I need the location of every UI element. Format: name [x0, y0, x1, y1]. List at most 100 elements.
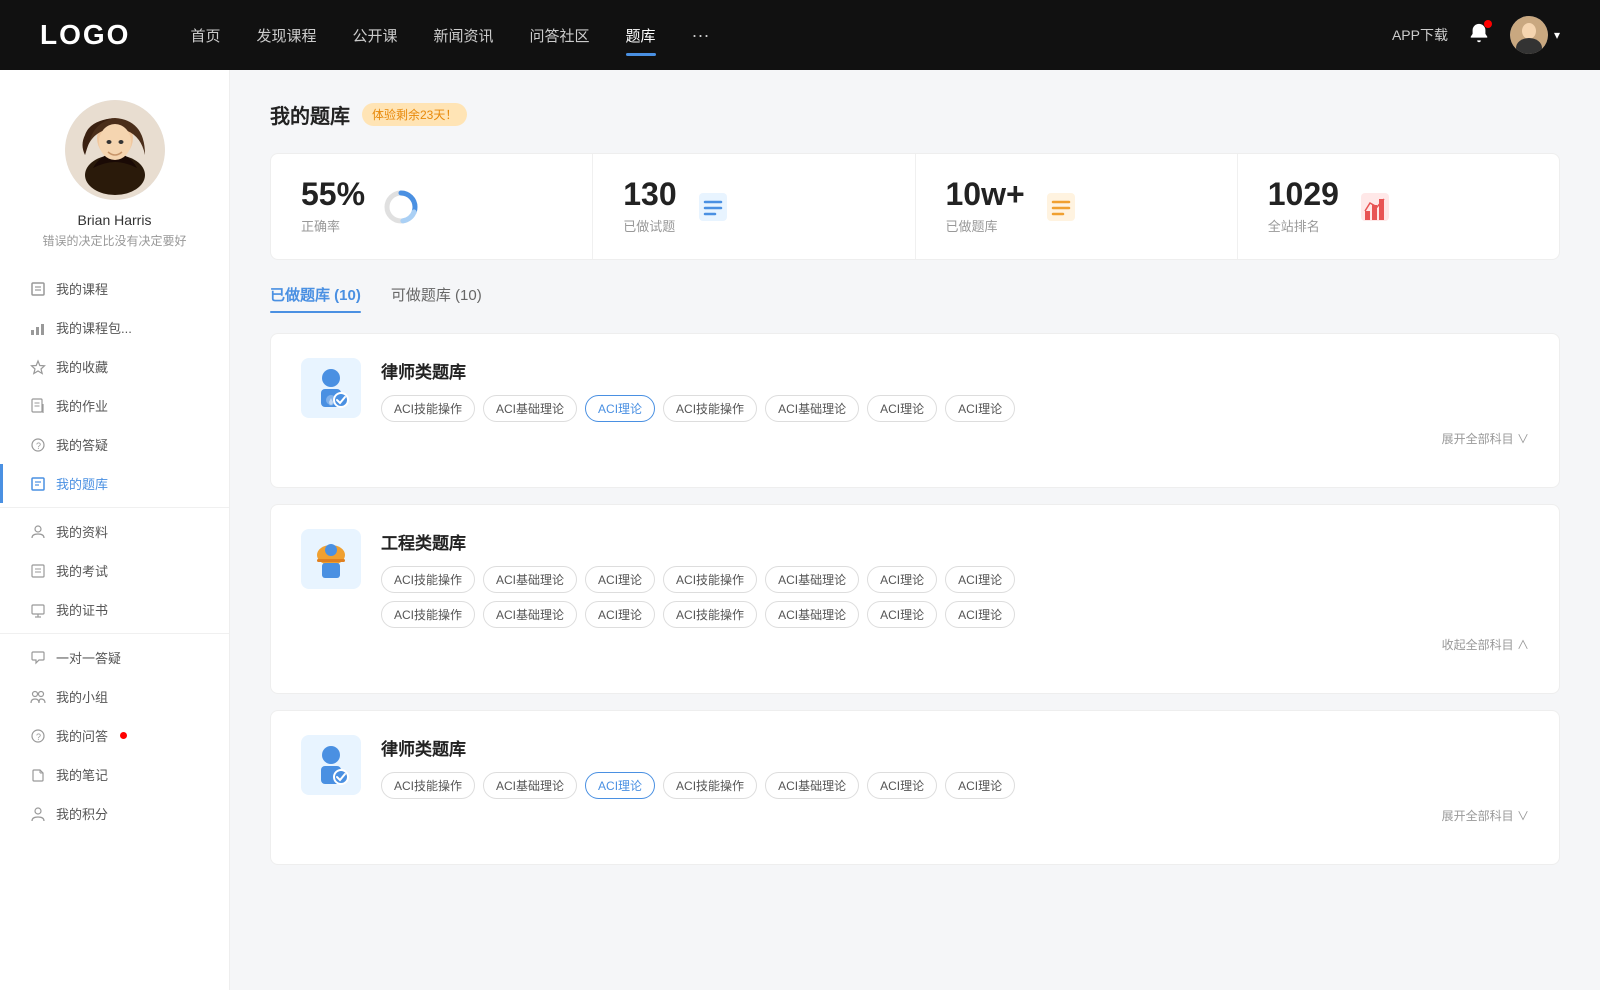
sidebar-item-notes[interactable]: 我的笔记 [0, 755, 229, 794]
sidebar-item-quizbank[interactable]: 我的题库 [0, 464, 229, 503]
nav-open-course[interactable]: 公开课 [352, 21, 397, 50]
tag[interactable]: ACI理论 [945, 395, 1015, 422]
tag[interactable]: ACI技能操作 [381, 566, 475, 593]
sidebar-item-exam[interactable]: 我的考试 [0, 551, 229, 590]
quizbank-icon [30, 476, 46, 492]
engineer-icon-svg [307, 535, 355, 583]
nav-discover[interactable]: 发现课程 [256, 21, 316, 50]
tag[interactable]: ACI基础理论 [483, 601, 577, 628]
tag[interactable]: ACI基础理论 [483, 395, 577, 422]
exam-icon [30, 563, 46, 579]
nav-menu: 首页 发现课程 公开课 新闻资讯 问答社区 题库 ··· [190, 21, 1392, 50]
bank-title-3: 律师类题库 [381, 735, 1529, 760]
sidebar-item-myqa[interactable]: ? 我的问答 [0, 716, 229, 755]
tag[interactable]: ACI理论 [585, 601, 655, 628]
navbar-right: APP下载 ▾ [1392, 16, 1560, 54]
tag[interactable]: ACI理论 [585, 566, 655, 593]
tag[interactable]: ACI技能操作 [663, 395, 757, 422]
chart-svg [1357, 189, 1393, 225]
bank-icon-person-2 [301, 735, 361, 795]
sidebar-item-points[interactable]: 我的积分 [0, 794, 229, 833]
sidebar-item-homework[interactable]: 我的作业 [0, 386, 229, 425]
stat-accuracy: 55% 正确率 [271, 154, 593, 259]
note-svg [1043, 189, 1079, 225]
tag[interactable]: ACI理论 [867, 772, 937, 799]
expand-link-1[interactable]: 展开全部科目 ∨ [381, 430, 1529, 447]
sidebar-item-course-package[interactable]: 我的课程包... [0, 308, 229, 347]
tag[interactable]: ACI理论 [945, 566, 1015, 593]
points-icon [30, 806, 46, 822]
bank-card-lawyer-1: 律师类题库 ACI技能操作 ACI基础理论 ACI理论 ACI技能操作 ACI基… [270, 333, 1560, 488]
sidebar-item-label: 我的证书 [56, 600, 108, 619]
nav-news[interactable]: 新闻资讯 [434, 21, 494, 50]
bank-title-1: 律师类题库 [381, 358, 1529, 383]
collapse-link-2[interactable]: 收起全部科目 ∧ [381, 636, 1529, 653]
sidebar-item-label: 我的课程包... [56, 318, 132, 337]
stat-questions-label: 已做试题 [623, 216, 676, 235]
stat-accuracy-value: 55% [301, 178, 365, 210]
sidebar-item-label: 我的收藏 [56, 357, 108, 376]
tag[interactable]: ACI基础理论 [765, 395, 859, 422]
sidebar-item-certificate[interactable]: 我的证书 [0, 590, 229, 629]
list-svg [695, 189, 731, 225]
main-content: 我的题库 体验剩余23天！ 55% 正确率 [230, 70, 1600, 990]
page-header: 我的题库 体验剩余23天！ [270, 100, 1560, 129]
user-avatar-nav[interactable]: ▾ [1510, 16, 1560, 54]
avatar [1510, 16, 1548, 54]
tag[interactable]: ACI理论 [867, 601, 937, 628]
tag[interactable]: ACI技能操作 [381, 772, 475, 799]
expand-link-3[interactable]: 展开全部科目 ∨ [381, 807, 1529, 824]
tag-active[interactable]: ACI理论 [585, 395, 655, 422]
tag[interactable]: ACI基础理论 [765, 601, 859, 628]
logo[interactable]: LOGO [40, 19, 130, 51]
bank-card-header-1: 律师类题库 ACI技能操作 ACI基础理论 ACI理论 ACI技能操作 ACI基… [301, 358, 1529, 447]
svg-text:?: ? [36, 732, 41, 742]
tag-active[interactable]: ACI理论 [585, 772, 655, 799]
svg-text:?: ? [36, 441, 41, 451]
unread-dot [120, 732, 127, 739]
tag[interactable]: ACI基础理论 [765, 772, 859, 799]
sidebar-divider [0, 507, 229, 508]
stat-questions: 130 已做试题 [593, 154, 915, 259]
nav-home[interactable]: 首页 [190, 21, 220, 50]
tag[interactable]: ACI基础理论 [765, 566, 859, 593]
tag[interactable]: ACI理论 [867, 566, 937, 593]
tags-row-2b: ACI技能操作 ACI基础理论 ACI理论 ACI技能操作 ACI基础理论 AC… [381, 601, 1529, 628]
tags-row-3: ACI技能操作 ACI基础理论 ACI理论 ACI技能操作 ACI基础理论 AC… [381, 772, 1529, 799]
sidebar-item-1on1[interactable]: 一对一答疑 [0, 638, 229, 677]
sidebar-item-label: 我的答疑 [56, 435, 108, 454]
tag[interactable]: ACI理论 [867, 395, 937, 422]
app-download-button[interactable]: APP下载 [1392, 25, 1448, 45]
tab-row: 已做题库 (10) 可做题库 (10) [270, 284, 1560, 313]
sidebar-item-qa[interactable]: ? 我的答疑 [0, 425, 229, 464]
sidebar-item-label: 我的问答 [56, 726, 108, 745]
nav-qa[interactable]: 问答社区 [530, 21, 590, 50]
nav-quiz[interactable]: 题库 [626, 21, 656, 50]
sidebar-item-group[interactable]: 我的小组 [0, 677, 229, 716]
sidebar-item-label: 我的笔记 [56, 765, 108, 784]
tab-done-banks[interactable]: 已做题库 (10) [270, 284, 361, 313]
tag[interactable]: ACI基础理论 [483, 566, 577, 593]
sidebar-item-label: 我的考试 [56, 561, 108, 580]
tag[interactable]: ACI技能操作 [663, 566, 757, 593]
tag[interactable]: ACI技能操作 [663, 601, 757, 628]
chevron-down-icon: ▾ [1554, 28, 1560, 42]
sidebar-item-favorites[interactable]: 我的收藏 [0, 347, 229, 386]
tag[interactable]: ACI技能操作 [381, 601, 475, 628]
tag[interactable]: ACI基础理论 [483, 772, 577, 799]
question-icon: ? [30, 437, 46, 453]
tag[interactable]: ACI技能操作 [381, 395, 475, 422]
tag[interactable]: ACI理论 [945, 601, 1015, 628]
profile-icon [30, 524, 46, 540]
tag[interactable]: ACI理论 [945, 772, 1015, 799]
sidebar-item-course[interactable]: 我的课程 [0, 269, 229, 308]
sidebar-item-profile[interactable]: 我的资料 [0, 512, 229, 551]
sidebar-user-motto: 错误的决定比没有决定要好 [22, 232, 206, 249]
bank-card-lawyer-2: 律师类题库 ACI技能操作 ACI基础理论 ACI理论 ACI技能操作 ACI基… [270, 710, 1560, 865]
notification-bell[interactable] [1468, 22, 1490, 49]
nav-more[interactable]: ··· [692, 21, 710, 50]
tab-available-banks[interactable]: 可做题库 (10) [391, 284, 482, 313]
trial-badge: 体验剩余23天！ [362, 103, 467, 126]
note-icon [1041, 187, 1081, 227]
tag[interactable]: ACI技能操作 [663, 772, 757, 799]
